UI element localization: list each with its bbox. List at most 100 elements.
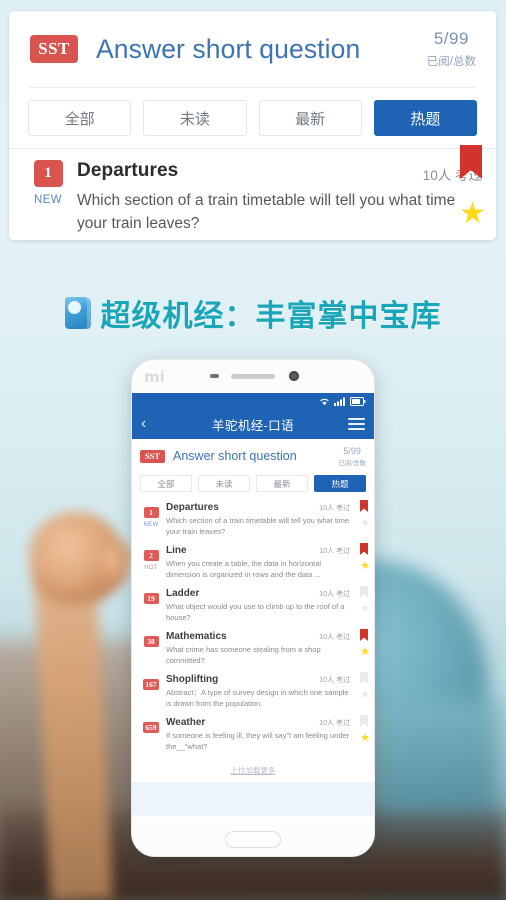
star-icon[interactable]: ★ (360, 733, 370, 744)
proximity-sensor-icon (210, 374, 219, 378)
filter-all[interactable]: 全部 (28, 100, 132, 136)
page-title: Answer short question (96, 33, 361, 64)
list-item-title: Mathematics (166, 631, 227, 642)
list-item-body: Ladder 10人 考过 What object would you use … (162, 588, 366, 623)
list-item[interactable]: 659 Weather 10人 考过 If someone is feeling… (132, 713, 374, 756)
filter-newest[interactable]: 最新 (258, 100, 362, 136)
list-item-number: 2 (143, 550, 159, 561)
list-item-meta: 10人 考过 (319, 548, 350, 555)
phone-bottom-bezel (132, 823, 374, 856)
list-item-meta: 10人 考过 (319, 634, 350, 641)
sst-badge: SST (30, 35, 78, 63)
filter-hot[interactable]: 热题 (373, 100, 477, 136)
list-item-number: 1 (143, 507, 159, 518)
question-head: Departures 10人 考过 (77, 160, 482, 184)
phone-sst-badge: SST (140, 449, 165, 463)
question-text: Which section of a train timetable will … (77, 192, 456, 232)
list-item-text: Abstract：A type of survey design in whic… (166, 688, 349, 708)
question-title: Departures (77, 160, 179, 181)
question-index: 1 NEW (27, 160, 69, 235)
phone-read-counter-label: 已阅/总数 (338, 459, 366, 467)
phone-brand-logo: mi (144, 368, 165, 386)
star-icon[interactable]: ★ (360, 561, 370, 572)
hamburger-icon[interactable] (348, 415, 365, 433)
list-item-body: Line 10人 考过 When you create a table, the… (162, 545, 366, 580)
headline: 超级机经：丰富掌中宝库 (0, 291, 506, 335)
question-number: 1 (33, 160, 63, 187)
list-item-head: Mathematics 10人 考过 (166, 631, 350, 642)
battery-icon (350, 396, 366, 406)
wifi-icon (319, 397, 330, 406)
list-item-meta: 10人 考过 (319, 677, 350, 684)
list-item-text: What crime has someone stealing from a s… (166, 645, 321, 665)
phone-filter-newest[interactable]: 最新 (256, 475, 308, 492)
filter-bar: 全部 未读 最新 热题 (9, 88, 496, 148)
list-bottom-spacer (132, 782, 374, 816)
list-item-title: Shoplifting (166, 674, 219, 685)
list-item-index: 38 (140, 631, 162, 666)
list-item-index: 659 (140, 717, 162, 752)
question-new-tag: NEW (33, 194, 63, 206)
list-item-head: Shoplifting 10人 考过 (166, 674, 350, 685)
list-item-index: 19 (140, 588, 162, 623)
list-item-head: Ladder 10人 考过 (166, 588, 350, 599)
list-item[interactable]: 167 Shoplifting 10人 考过 Abstract：A type o… (132, 670, 374, 713)
list-item[interactable]: 38 Mathematics 10人 考过 What crime has som… (132, 627, 374, 670)
phone-screen: ‹ 羊驼机经-口语 SST Answer short question 5/99… (132, 393, 374, 823)
list-item-head: Line 10人 考过 (166, 545, 350, 556)
list-item[interactable]: 19 Ladder 10人 考过 What object would you u… (132, 584, 374, 627)
list-item-index: 1 NEW (140, 502, 162, 537)
phone-filter-hot[interactable]: 热题 (314, 475, 366, 492)
phone-top-bezel: mi (132, 360, 374, 393)
star-icon[interactable]: ★ (459, 199, 486, 229)
phone-subheader: SST Answer short question 5/99 已阅/总数 (132, 439, 374, 473)
list-item-body: Weather 10人 考过 If someone is feeling ill… (162, 717, 366, 752)
star-icon[interactable]: ★ (360, 690, 370, 701)
phone-read-counter: 5/99 已阅/总数 (338, 446, 366, 467)
phone-page-title: Answer short question (173, 449, 297, 463)
app-title: 羊驼机经-口语 (212, 418, 294, 433)
book-icon (64, 297, 91, 329)
phone-filter-all[interactable]: 全部 (140, 475, 192, 492)
home-button[interactable] (225, 831, 281, 848)
phone-question-list: 1 NEW Departures 10人 考过 Which section of… (132, 498, 374, 816)
list-item-head: Departures 10人 考过 (166, 502, 350, 513)
list-item[interactable]: 2 HOT Line 10人 考过 When you create a tabl… (132, 541, 374, 584)
list-item-number: 19 (143, 593, 159, 604)
star-icon[interactable]: ★ (360, 647, 370, 658)
list-item-title: Departures (166, 502, 219, 513)
list-item[interactable]: 1 NEW Departures 10人 考过 Which section of… (132, 498, 374, 541)
list-item-text: If someone is feeling ill, they will say… (166, 731, 350, 751)
list-item-text: When you create a table, the data in hor… (166, 559, 322, 579)
signal-icon (334, 397, 346, 406)
list-item-body: Mathematics 10人 考过 What crime has someon… (162, 631, 366, 666)
front-camera-icon (289, 371, 299, 381)
list-item-meta: 10人 考过 (319, 720, 350, 727)
read-counter-value: 5/99 (433, 29, 469, 48)
list-item-meta: 10人 考过 (319, 591, 350, 598)
phone-app-bar: ‹ 羊驼机经-口语 (132, 409, 374, 439)
list-item-text: Which section of a train timetable will … (166, 516, 349, 536)
star-icon[interactable]: ★ (360, 518, 370, 529)
phone-read-counter-value: 5/99 (343, 445, 361, 456)
card-header: SST Answer short question 5/99 已阅/总数 (9, 11, 496, 87)
read-counter: 5/99 已阅/总数 (427, 29, 480, 69)
headline-text: 超级机经：丰富掌中宝库 (100, 300, 442, 333)
list-item-index: 167 (140, 674, 162, 709)
list-item-body: Shoplifting 10人 考过 Abstract：A type of su… (162, 674, 366, 709)
star-icon[interactable]: ★ (360, 604, 370, 615)
list-item-number: 659 (143, 722, 159, 733)
list-item-tag: HOT (144, 565, 158, 571)
phone-filter-bar: 全部 未读 最新 热题 (132, 473, 374, 498)
list-item-title: Line (166, 545, 187, 556)
filter-unread[interactable]: 未读 (143, 100, 247, 136)
phone-filter-unread[interactable]: 未读 (198, 475, 250, 492)
read-counter-label: 已阅/总数 (426, 56, 476, 68)
list-item-text: What object would you use to climb up to… (166, 602, 345, 622)
list-item-number: 38 (143, 636, 159, 647)
phone-status-bar (132, 393, 374, 409)
load-more-link[interactable]: 上拉加载更多 (132, 756, 374, 782)
list-item-head: Weather 10人 考过 (166, 717, 350, 728)
question-body: Departures 10人 考过 Which section of a tra… (69, 160, 482, 235)
question-row[interactable]: 1 NEW Departures 10人 考过 Which section of… (9, 145, 496, 235)
